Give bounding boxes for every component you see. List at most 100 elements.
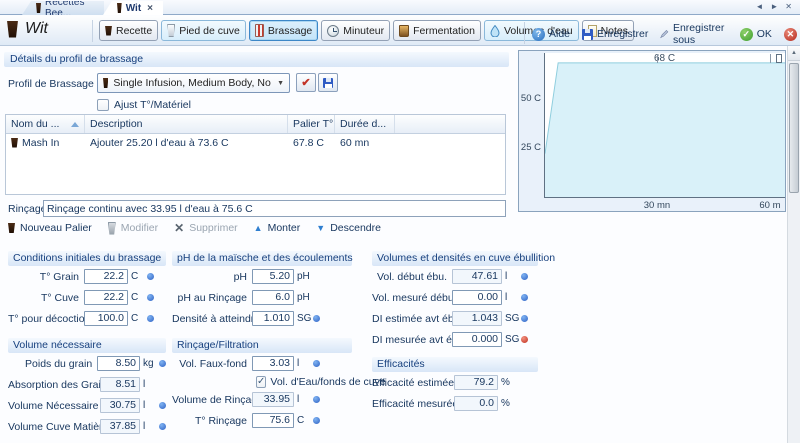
status-dot [313, 315, 320, 322]
di-mesuree-input[interactable]: 0.000 [452, 332, 502, 347]
absorption-grains-value: 8.51 [100, 377, 140, 392]
brewing-app-window: Recettes Bee... Wit × ◄ ► ✕ Wit Recette [0, 0, 800, 443]
poids-grain-input[interactable]: 8.50 [97, 356, 140, 371]
profil-brassage-combobox[interactable]: Single Infusion, Medium Body, No Mash Ou… [97, 73, 290, 93]
volume-necessaire-value: 30.75 [100, 398, 140, 413]
ok-button[interactable]: ✓ OK [740, 22, 772, 46]
mash-steps-table: Nom du ... Description Palier T° Durée d… [5, 114, 506, 195]
field-unit: pH [297, 271, 311, 282]
section-header: Conditions initiales du brassage [8, 251, 166, 266]
button-label: Brassage [268, 25, 312, 37]
field-row: pH 5.20 pH [172, 266, 352, 287]
minuteur-button[interactable]: Minuteur [321, 20, 390, 41]
scrollbar-up-arrow[interactable]: ▲ [788, 46, 800, 61]
beer-icon [7, 21, 18, 38]
section-header: Efficacités [372, 357, 538, 372]
field-row: Poids du grain 8.50 kg [8, 353, 166, 374]
tab-wit[interactable]: Wit × [103, 1, 163, 15]
button-label: Recette [116, 25, 152, 37]
status-dot [521, 273, 528, 280]
section-rincage-filtration: Rinçage/Filtration Vol. Faux-fond 3.03 l… [172, 338, 352, 431]
segment-end-marker [776, 54, 782, 63]
recette-button[interactable]: Recette [99, 20, 158, 41]
section-conditions-initiales: Conditions initiales du brassage T° Grai… [8, 251, 166, 329]
field-row: Volume Cuve Matière 37.85 l [8, 416, 166, 437]
save-profile-button[interactable] [318, 73, 338, 92]
rincage-input[interactable]: Rinçage continu avec 33.95 l d'eau à 75.… [43, 200, 506, 217]
brassage-button[interactable]: Brassage [249, 20, 318, 41]
field-unit: l [505, 292, 519, 303]
monter-button[interactable]: ▲ Monter [254, 222, 301, 234]
x-axis-tick-label: 60 m [754, 200, 786, 211]
status-dot [147, 294, 154, 301]
tab-recettes[interactable]: Recettes Bee... [22, 1, 104, 15]
cancel-x-icon: ✕ [784, 28, 797, 41]
field-unit: C [297, 415, 311, 426]
y-axis-tick-label: 50 C [519, 93, 541, 104]
column-header-nom[interactable]: Nom du ... [6, 115, 85, 133]
field-label: Volume Cuve Matière [8, 421, 100, 433]
step-description-cell: Ajouter 25.20 l d'eau à 73.6 C [85, 134, 288, 151]
button-label: Fermentation [413, 25, 475, 37]
t-grain-input[interactable]: 22.2 [84, 269, 128, 284]
densite-atteindre-input[interactable]: 1.010 [252, 311, 294, 326]
combobox-value: Single Infusion, Medium Body, No Mash Ou… [113, 77, 272, 89]
fermentation-button[interactable]: Fermentation [393, 20, 481, 41]
status-dot [521, 294, 528, 301]
beer-icon [103, 78, 108, 88]
delete-x-icon: ✕ [174, 221, 184, 235]
tab-navigation: ◄ ► ✕ [755, 2, 792, 11]
enregistrer-sous-button[interactable]: Enregistrer sous [660, 22, 727, 46]
vol-faux-fond-input[interactable]: 3.03 [252, 356, 294, 371]
nav-back-icon[interactable]: ◄ [755, 2, 763, 11]
vertical-scrollbar[interactable]: ▲ [787, 46, 800, 443]
checkbox-unchecked[interactable] [97, 99, 109, 111]
vol-mesure-debut-ebu-input[interactable]: 0.00 [452, 290, 502, 305]
field-label: pH [172, 271, 252, 283]
field-row: T° Rinçage 75.6 C [172, 410, 352, 431]
supprimer-button[interactable]: ✕ Supprimer [174, 221, 238, 235]
modifier-button[interactable]: Modifier [108, 222, 158, 235]
t-decoction-input[interactable]: 100.0 [84, 311, 128, 326]
descendre-button[interactable]: ▼ Descendre [316, 222, 381, 234]
field-row: Efficacité mesurée 0.0 % [372, 393, 538, 414]
action-buttons: ? Aide Enregistrer Enregistrer sous ✓ OK… [532, 22, 800, 46]
t-rincage-input[interactable]: 75.6 [252, 413, 294, 428]
temperature-area [545, 63, 785, 197]
checkbox-checked[interactable]: ✓ [256, 376, 266, 388]
recipe-title-block: Wit [7, 20, 48, 38]
chart-plot [544, 53, 785, 198]
field-unit: C [131, 313, 145, 324]
tab-close-icon[interactable]: × [147, 3, 153, 14]
ph-rincage-input[interactable]: 6.0 [252, 290, 294, 305]
toolbar-separator [524, 22, 525, 44]
nav-forward-icon[interactable]: ► [770, 2, 778, 11]
help-icon: ? [532, 28, 545, 41]
scrollbar-thumb[interactable] [789, 63, 799, 193]
field-unit: l [297, 358, 311, 369]
column-header-palier[interactable]: Palier T° [288, 115, 335, 133]
segment-tick [770, 54, 771, 63]
table-row[interactable]: Mash In Ajouter 25.20 l d'eau à 73.6 C 6… [6, 134, 505, 151]
t-cuve-input[interactable]: 22.2 [84, 290, 128, 305]
button-label: Enregistrer sous [673, 22, 728, 46]
efficacite-estimee-value: 79.2 [454, 375, 498, 390]
field-unit: SG [505, 313, 519, 324]
field-label: T° Cuve [8, 292, 84, 304]
nouveau-palier-button[interactable]: Nouveau Palier [8, 222, 92, 234]
apply-profile-button[interactable]: ✔ [296, 73, 316, 92]
pied-de-cuve-button[interactable]: Pied de cuve [161, 20, 246, 41]
section-header: pH de la maïsche et des écoulements [172, 251, 352, 266]
volume-rincage-value: 33.95 [252, 392, 294, 407]
field-row: DI estimée avt ébu. 1.043 SG [372, 308, 538, 329]
aide-button[interactable]: ? Aide [532, 22, 570, 46]
nav-close-icon[interactable]: ✕ [785, 2, 792, 11]
enregistrer-button[interactable]: Enregistrer [582, 22, 648, 46]
ph-input[interactable]: 5.20 [252, 269, 294, 284]
sort-ascending-icon [71, 122, 79, 127]
checkbox-label: Ajust T°/Matériel [114, 99, 191, 111]
annuler-button[interactable]: ✕ Annuler [784, 22, 800, 46]
column-header-description[interactable]: Description [85, 115, 288, 133]
column-header-duree[interactable]: Durée d... [335, 115, 395, 133]
field-label: Vol. début ébu. [372, 271, 452, 283]
